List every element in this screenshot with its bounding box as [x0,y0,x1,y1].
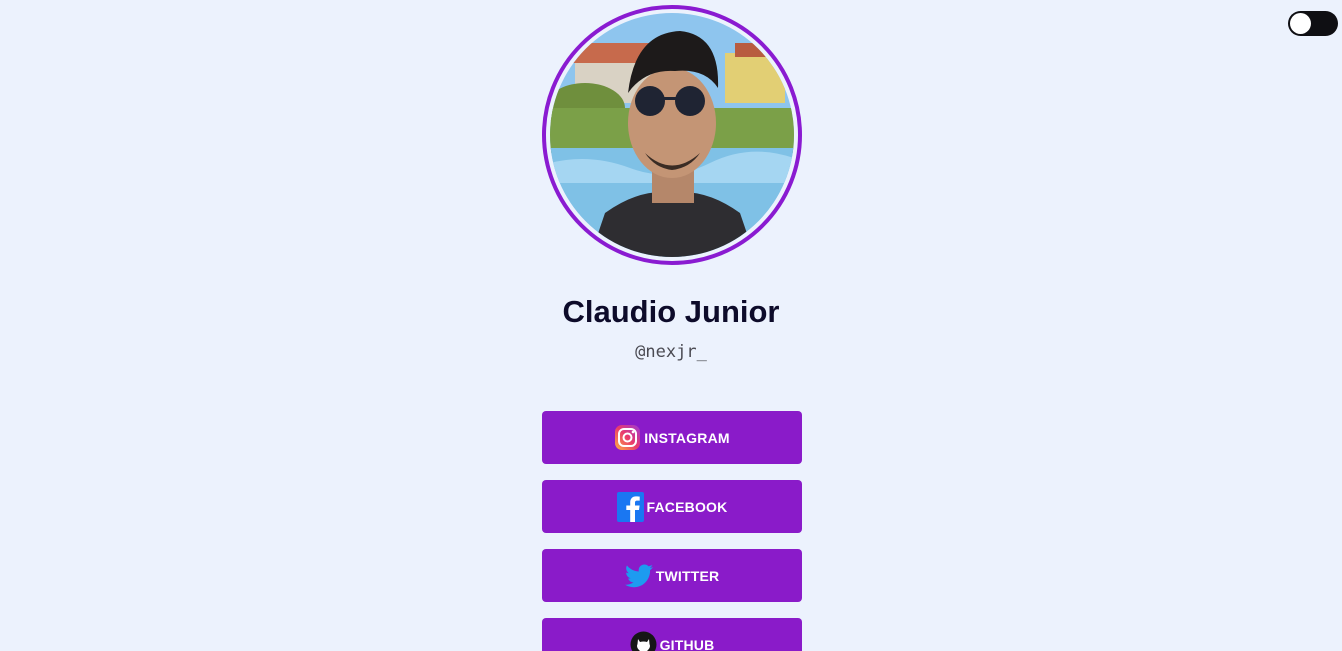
github-icon [630,631,657,651]
avatar [542,5,802,265]
twitter-link-button[interactable]: TWITTER [542,549,802,602]
avatar-photo [550,13,794,257]
profile-name: Claudio Junior [562,294,780,329]
avatar-illustration [550,13,794,257]
link-page: Claudio Junior @nexjr_ INSTAGRAM FACEBOO… [0,0,1342,651]
profile-handle: @nexjr_ [635,342,707,362]
instagram-icon [614,424,641,451]
github-link-button[interactable]: GITHUB [542,618,802,651]
facebook-link-button[interactable]: FACEBOOK [542,480,802,533]
toggle-knob [1290,13,1311,34]
theme-toggle[interactable] [1288,11,1338,36]
facebook-icon [616,491,644,522]
instagram-label: INSTAGRAM [644,429,730,446]
instagram-link-button[interactable]: INSTAGRAM [542,411,802,464]
twitter-label: TWITTER [655,567,720,584]
twitter-icon [624,563,653,588]
github-label: GITHUB [659,636,715,651]
facebook-label: FACEBOOK [646,498,728,515]
